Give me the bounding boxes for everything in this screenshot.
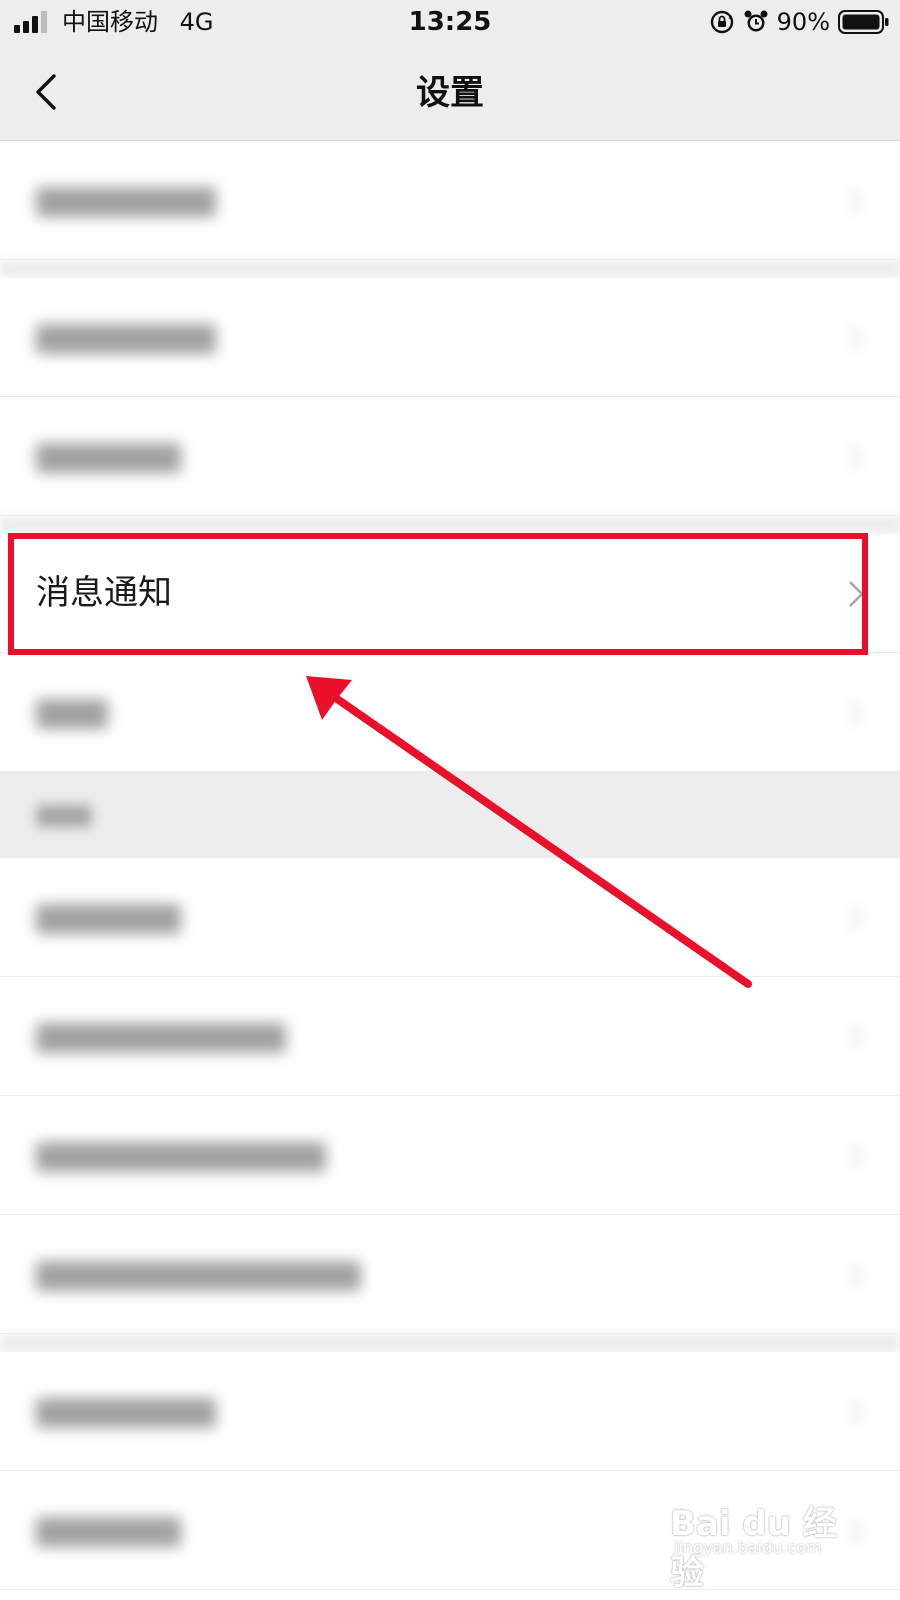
blurred-label bbox=[36, 653, 108, 771]
battery-percentage: 90% bbox=[776, 8, 830, 36]
section-gap bbox=[0, 516, 900, 534]
status-indicators: 90% bbox=[709, 6, 890, 38]
chevron-right-icon bbox=[849, 1024, 864, 1050]
status-bar: 中国移动 4G 13:25 90% bbox=[0, 0, 900, 46]
watermark-url: jingyan.baidu.com bbox=[674, 1538, 822, 1557]
settings-item-blurred[interactable] bbox=[0, 858, 900, 977]
blurred-label bbox=[36, 1471, 181, 1589]
blurred-label bbox=[36, 397, 181, 515]
settings-item-blurred[interactable] bbox=[0, 653, 900, 772]
settings-item-blurred[interactable] bbox=[0, 1215, 900, 1334]
section-header-blurred bbox=[0, 772, 900, 858]
navigation-bar: 设置 bbox=[0, 46, 900, 141]
settings-item-blurred[interactable] bbox=[0, 278, 900, 397]
battery-icon bbox=[838, 10, 889, 34]
settings-item-blurred[interactable] bbox=[0, 1096, 900, 1215]
settings-item-blurred[interactable] bbox=[0, 1352, 900, 1471]
blurred-label bbox=[36, 141, 216, 259]
rotation-lock-icon bbox=[710, 10, 733, 34]
chevron-right-icon bbox=[849, 188, 864, 214]
alarm-icon bbox=[744, 10, 768, 32]
chevron-right-icon bbox=[849, 1518, 864, 1544]
settings-screen: 中国移动 4G 13:25 90% 设置 消息通知 Bai du 经验 jing… bbox=[0, 0, 900, 1600]
blurred-label bbox=[36, 1096, 326, 1214]
section-gap bbox=[0, 260, 900, 278]
chevron-right-icon bbox=[849, 444, 864, 470]
chevron-right-icon bbox=[849, 1143, 864, 1169]
baidu-jingyan-watermark: Bai du 经验 jingyan.baidu.com bbox=[670, 1496, 840, 1593]
chevron-right-icon bbox=[849, 1262, 864, 1288]
settings-item-blurred[interactable] bbox=[0, 141, 900, 260]
page-title: 设置 bbox=[416, 73, 484, 113]
blurred-label bbox=[36, 858, 181, 976]
blurred-label bbox=[36, 278, 216, 396]
chevron-right-icon bbox=[849, 905, 864, 931]
settings-item-message-notification[interactable]: 消息通知 bbox=[0, 534, 900, 653]
blurred-section-label bbox=[36, 772, 92, 858]
blurred-label bbox=[36, 1215, 361, 1333]
chevron-right-icon bbox=[849, 325, 864, 351]
settings-item-blurred[interactable] bbox=[0, 397, 900, 516]
settings-list: 消息通知 bbox=[0, 141, 900, 1590]
chevron-right-icon bbox=[849, 700, 864, 726]
chevron-right-icon bbox=[849, 581, 864, 607]
blurred-label bbox=[36, 1352, 216, 1470]
chevron-right-icon bbox=[849, 1399, 864, 1425]
section-gap bbox=[0, 1334, 900, 1352]
message-notification-label: 消息通知 bbox=[36, 573, 172, 613]
blurred-label bbox=[36, 977, 286, 1095]
settings-item-blurred[interactable] bbox=[0, 977, 900, 1096]
